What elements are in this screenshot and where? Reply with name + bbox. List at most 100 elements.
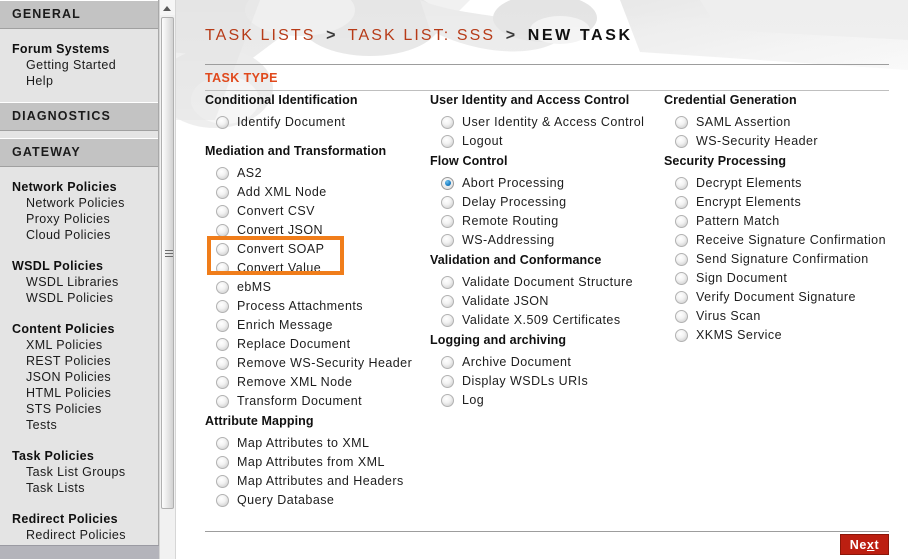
option-map-attributes-and-headers[interactable]: Map Attributes and Headers — [205, 472, 423, 490]
option-logout[interactable]: Logout — [430, 132, 658, 150]
option-ws-addressing[interactable]: WS-Addressing — [430, 231, 658, 249]
radio-map-attributes-and-headers[interactable] — [216, 474, 229, 488]
option-add-xml-node[interactable]: Add XML Node — [205, 183, 423, 201]
radio-add-xml-node[interactable] — [216, 185, 229, 199]
option-pattern-match[interactable]: Pattern Match — [664, 212, 904, 230]
radio-ws-security-header[interactable] — [675, 134, 688, 148]
option-encrypt-elements[interactable]: Encrypt Elements — [664, 193, 904, 211]
option-archive-document[interactable]: Archive Document — [430, 353, 658, 371]
option-remove-ws-security-header[interactable]: Remove WS-Security Header — [205, 354, 423, 372]
option-saml-assertion[interactable]: SAML Assertion — [664, 113, 904, 131]
radio-logout[interactable] — [441, 134, 454, 148]
radio-as2[interactable] — [216, 166, 229, 180]
radio-virus-scan[interactable] — [675, 309, 688, 323]
option-validate-x509-certificates[interactable]: Validate X.509 Certificates — [430, 311, 658, 329]
breadcrumb-link-task-lists[interactable]: TASK LISTS — [205, 27, 316, 44]
option-query-database[interactable]: Query Database — [205, 491, 423, 509]
option-virus-scan[interactable]: Virus Scan — [664, 307, 904, 325]
radio-pattern-match[interactable] — [675, 214, 688, 228]
option-convert-json[interactable]: Convert JSON — [205, 221, 423, 239]
radio-decrypt-elements[interactable] — [675, 176, 688, 190]
radio-map-attributes-to-xml[interactable] — [216, 436, 229, 450]
radio-receive-signature-confirmation[interactable] — [675, 233, 688, 247]
radio-convert-csv[interactable] — [216, 204, 229, 218]
option-abort-processing[interactable]: Abort Processing — [430, 174, 658, 192]
option-transform-document[interactable]: Transform Document — [205, 392, 423, 410]
radio-archive-document[interactable] — [441, 355, 454, 369]
option-ebms[interactable]: ebMS — [205, 278, 423, 296]
radio-map-attributes-from-xml[interactable] — [216, 455, 229, 469]
sidebar-item-proxy-policies[interactable]: Proxy Policies — [0, 211, 158, 227]
sidebar-item-html-policies[interactable]: HTML Policies — [0, 385, 158, 401]
sidebar-item-task-list-groups[interactable]: Task List Groups — [0, 464, 158, 480]
radio-identify-document[interactable] — [216, 115, 229, 129]
radio-query-database[interactable] — [216, 493, 229, 507]
radio-convert-json[interactable] — [216, 223, 229, 237]
option-user-identity-and-access-control[interactable]: User Identity & Access Control — [430, 113, 658, 131]
option-verify-document-signature[interactable]: Verify Document Signature — [664, 288, 904, 306]
radio-remote-routing[interactable] — [441, 214, 454, 228]
option-ws-security-header[interactable]: WS-Security Header — [664, 132, 904, 150]
radio-ws-addressing[interactable] — [441, 233, 454, 247]
radio-validate-json[interactable] — [441, 294, 454, 308]
sidebar-item-json-policies[interactable]: JSON Policies — [0, 369, 158, 385]
sidebar-item-wsdl-libraries[interactable]: WSDL Libraries — [0, 274, 158, 290]
scrollbar-thumb[interactable] — [161, 17, 174, 509]
radio-replace-document[interactable] — [216, 337, 229, 351]
sidebar-item-redirect-policies[interactable]: Redirect Policies — [0, 527, 158, 543]
radio-remove-xml-node[interactable] — [216, 375, 229, 389]
radio-convert-value[interactable] — [216, 261, 229, 275]
option-log[interactable]: Log — [430, 391, 658, 409]
scroll-up-arrow-icon[interactable] — [160, 0, 175, 15]
radio-abort-processing[interactable] — [441, 176, 454, 190]
radio-sign-document[interactable] — [675, 271, 688, 285]
radio-saml-assertion[interactable] — [675, 115, 688, 129]
radio-convert-soap[interactable] — [216, 242, 229, 256]
radio-transform-document[interactable] — [216, 394, 229, 408]
sidebar-item-getting-started[interactable]: Getting Started — [0, 57, 158, 73]
option-convert-csv[interactable]: Convert CSV — [205, 202, 423, 220]
sidebar-item-tests[interactable]: Tests — [0, 417, 158, 433]
option-receive-signature-confirmation[interactable]: Receive Signature Confirmation — [664, 231, 904, 249]
option-replace-document[interactable]: Replace Document — [205, 335, 423, 353]
sidebar-item-sts-policies[interactable]: STS Policies — [0, 401, 158, 417]
option-as2[interactable]: AS2 — [205, 164, 423, 182]
option-delay-processing[interactable]: Delay Processing — [430, 193, 658, 211]
radio-validate-document-structure[interactable] — [441, 275, 454, 289]
option-display-wsdls-uris[interactable]: Display WSDLs URIs — [430, 372, 658, 390]
page-scrollbar[interactable] — [159, 0, 176, 559]
radio-log[interactable] — [441, 393, 454, 407]
option-validate-document-structure[interactable]: Validate Document Structure — [430, 273, 658, 291]
option-validate-json[interactable]: Validate JSON — [430, 292, 658, 310]
option-map-attributes-from-xml[interactable]: Map Attributes from XML — [205, 453, 423, 471]
radio-process-attachments[interactable] — [216, 299, 229, 313]
option-map-attributes-to-xml[interactable]: Map Attributes to XML — [205, 434, 423, 452]
radio-verify-document-signature[interactable] — [675, 290, 688, 304]
option-sign-document[interactable]: Sign Document — [664, 269, 904, 287]
radio-user-identity-and-access-control[interactable] — [441, 115, 454, 129]
radio-encrypt-elements[interactable] — [675, 195, 688, 209]
option-identify-document[interactable]: Identify Document — [205, 113, 423, 131]
option-remove-xml-node[interactable]: Remove XML Node — [205, 373, 423, 391]
option-enrich-message[interactable]: Enrich Message — [205, 316, 423, 334]
radio-display-wsdls-uris[interactable] — [441, 374, 454, 388]
radio-remove-ws-security-header[interactable] — [216, 356, 229, 370]
radio-validate-x509-certificates[interactable] — [441, 313, 454, 327]
sidebar-item-xml-policies[interactable]: XML Policies — [0, 337, 158, 353]
option-xkms-service[interactable]: XKMS Service — [664, 326, 904, 344]
sidebar-item-cloud-policies[interactable]: Cloud Policies — [0, 227, 158, 243]
radio-ebms[interactable] — [216, 280, 229, 294]
radio-enrich-message[interactable] — [216, 318, 229, 332]
option-process-attachments[interactable]: Process Attachments — [205, 297, 423, 315]
option-convert-value[interactable]: Convert Value — [205, 259, 423, 277]
sidebar-item-wsdl-policies[interactable]: WSDL Policies — [0, 290, 158, 306]
sidebar-item-network-policies[interactable]: Network Policies — [0, 195, 158, 211]
radio-xkms-service[interactable] — [675, 328, 688, 342]
option-convert-soap[interactable]: Convert SOAP — [205, 240, 423, 258]
option-remote-routing[interactable]: Remote Routing — [430, 212, 658, 230]
sidebar-item-task-lists[interactable]: Task Lists — [0, 480, 158, 496]
sidebar-item-rest-policies[interactable]: REST Policies — [0, 353, 158, 369]
next-button[interactable]: Next — [840, 534, 889, 555]
sidebar-item-help[interactable]: Help — [0, 73, 158, 89]
radio-delay-processing[interactable] — [441, 195, 454, 209]
